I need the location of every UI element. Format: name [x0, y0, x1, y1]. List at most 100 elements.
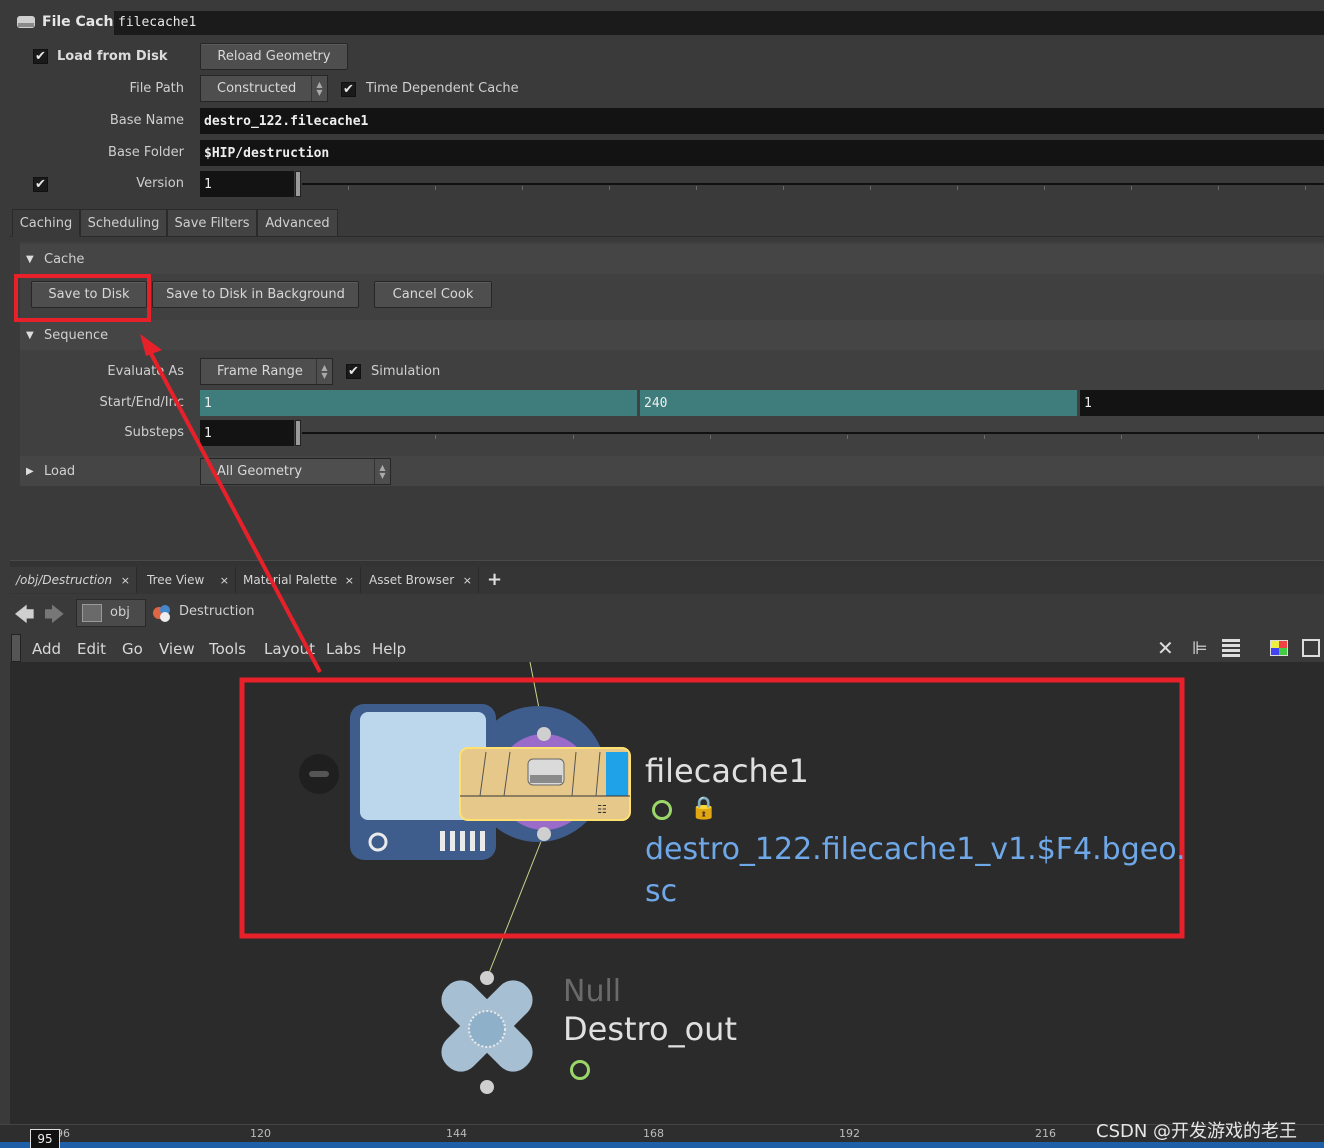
base-name-field[interactable]: destro_122.filecache1 [200, 108, 1324, 134]
cache-section-title: Cache [44, 251, 85, 267]
timeline-tick-label: 216 [1035, 1127, 1056, 1140]
filecache-node-name[interactable]: filecache1 [645, 752, 809, 790]
null-output-port [480, 1080, 494, 1094]
close-icon[interactable]: × [121, 574, 130, 587]
file-path-label: File Path [129, 81, 184, 96]
tab-advanced[interactable]: Advanced [257, 209, 338, 237]
path-crumb-current[interactable]: Destruction [148, 599, 1324, 627]
time-dependent-icon [652, 800, 672, 820]
node-name-field[interactable]: filecache1 [114, 11, 1324, 35]
null-node-type: Null [563, 974, 622, 1009]
null-node-icon [441, 980, 533, 1072]
file-path-value: Constructed [217, 81, 297, 96]
tab-caching[interactable]: Caching [12, 209, 80, 237]
menu-layout[interactable]: Layout [264, 640, 315, 658]
filecache-output-file-cont: sc [645, 874, 678, 909]
pane-tab-tree-view[interactable]: Tree View × [141, 567, 236, 593]
menu-arrows-icon: ▲ ▼ [311, 76, 327, 101]
end-frame-field[interactable]: 240 [640, 390, 1077, 416]
list-view-icon[interactable] [1222, 639, 1240, 657]
simulation-checkbox[interactable]: ✔ [346, 364, 361, 379]
substeps-slider-track[interactable] [302, 432, 1324, 434]
pane-tab-label: Material Palette [243, 573, 338, 587]
load-section-title: Load [44, 463, 76, 479]
tab-save-filters[interactable]: Save Filters [167, 209, 257, 237]
pane-tab-label: Asset Browser [369, 573, 455, 587]
file-cache-type-icon [16, 14, 36, 30]
substeps-field[interactable]: 1 [200, 420, 294, 446]
file-path-menu[interactable]: Constructed ▲ ▼ [200, 75, 328, 102]
menu-labs[interactable]: Labs [326, 640, 361, 658]
wrench-icon[interactable]: ✕ [1157, 636, 1174, 660]
collapse-down-icon: ▼ [26, 329, 34, 341]
path-crumb-obj-label: obj [110, 605, 130, 620]
subnet-node-icon [152, 604, 172, 622]
collapse-right-icon: ▶ [26, 465, 34, 477]
path-crumb-obj[interactable]: obj [76, 599, 146, 627]
time-dependent-cache-checkbox[interactable]: ✔ [341, 82, 356, 97]
timeline-tick-label: 168 [643, 1127, 664, 1140]
base-folder-field[interactable]: $HIP/destruction [200, 140, 1324, 166]
menu-edit[interactable]: Edit [77, 640, 106, 658]
reload-geometry-button[interactable]: Reload Geometry [200, 43, 348, 70]
start-frame-field[interactable]: 1 [200, 390, 637, 416]
close-icon[interactable]: × [463, 574, 472, 587]
base-name-label: Base Name [109, 113, 184, 128]
forward-arrow-icon[interactable]: 🡆 [44, 600, 65, 634]
menu-help[interactable]: Help [372, 640, 406, 658]
tree-list-icon[interactable]: ⊫ [1192, 638, 1208, 659]
lock-icon: 🔒 [690, 796, 718, 821]
color-palette-icon[interactable] [1270, 640, 1288, 656]
null-node-name[interactable]: Destro_out [563, 1010, 737, 1048]
null-input-port [480, 971, 494, 985]
pane-tab-material-palette[interactable]: Material Palette × [237, 567, 361, 593]
back-arrow-icon[interactable]: 🡄 [14, 600, 35, 634]
pane-tab-asset-browser[interactable]: Asset Browser × [363, 567, 479, 593]
highlight-frame-save-button [14, 274, 151, 322]
timeline-tick-label: 120 [250, 1127, 271, 1140]
menu-go[interactable]: Go [122, 640, 143, 658]
evaluate-as-label: Evaluate As [107, 364, 184, 379]
tab-scheduling[interactable]: Scheduling [80, 209, 167, 237]
version-slider-handle[interactable] [295, 171, 301, 197]
base-folder-label: Base Folder [108, 145, 184, 160]
close-icon[interactable]: × [345, 574, 354, 587]
save-to-disk-background-button[interactable]: Save to Disk in Background [152, 281, 359, 308]
pane-tab-label: /obj/Destruction [16, 573, 113, 587]
substeps-slider-handle[interactable] [295, 420, 301, 446]
sequence-section-title: Sequence [44, 327, 109, 343]
output-port [537, 827, 551, 841]
watermark: CSDN @开发游戏的老王 [1096, 1121, 1298, 1142]
node-type-label: File Cache [42, 14, 124, 30]
menu-view[interactable]: View [159, 640, 195, 658]
close-icon[interactable]: × [220, 574, 229, 587]
null-time-dependent-icon [570, 1060, 590, 1080]
cancel-cook-button[interactable]: Cancel Cook [374, 281, 492, 308]
load-menu[interactable]: All Geometry ▲ ▼ [200, 458, 391, 485]
menu-arrows-icon: ▲ ▼ [316, 359, 332, 384]
timeline-tick-label: 144 [446, 1127, 467, 1140]
input-port [537, 727, 551, 741]
param-header: File Cache filecache1 [10, 8, 1324, 38]
timeline-tick-label: 192 [839, 1127, 860, 1140]
menu-add[interactable]: Add [32, 640, 61, 658]
grid-view-icon[interactable] [1302, 639, 1320, 657]
version-slider-track[interactable] [302, 183, 1324, 185]
current-frame-marker[interactable]: 95 [30, 1129, 60, 1148]
version-field[interactable]: 1 [200, 171, 294, 197]
cache-section-header[interactable]: ▼ Cache [20, 244, 1324, 274]
add-tab-icon[interactable]: + [487, 569, 502, 590]
time-dependent-cache-label: Time Dependent Cache [366, 81, 519, 96]
load-menu-value: All Geometry [217, 464, 303, 479]
network-editor[interactable]: ☷ filecache1 🔒 destro_122.filecache1_v1.… [10, 662, 1324, 1124]
version-label: Version [136, 176, 184, 191]
menu-tools[interactable]: Tools [209, 640, 246, 658]
menu-handle[interactable] [11, 634, 21, 662]
substeps-label: Substeps [124, 425, 184, 440]
load-from-disk-checkbox[interactable]: ✔ [33, 49, 48, 64]
sequence-section-header[interactable]: ▼ Sequence [20, 320, 1324, 350]
start-end-inc-label: Start/End/Inc [99, 395, 184, 410]
pane-tab-network[interactable]: /obj/Destruction × [10, 567, 137, 593]
increment-field[interactable]: 1 [1080, 390, 1324, 416]
evaluate-as-menu[interactable]: Frame Range ▲ ▼ [200, 358, 333, 385]
